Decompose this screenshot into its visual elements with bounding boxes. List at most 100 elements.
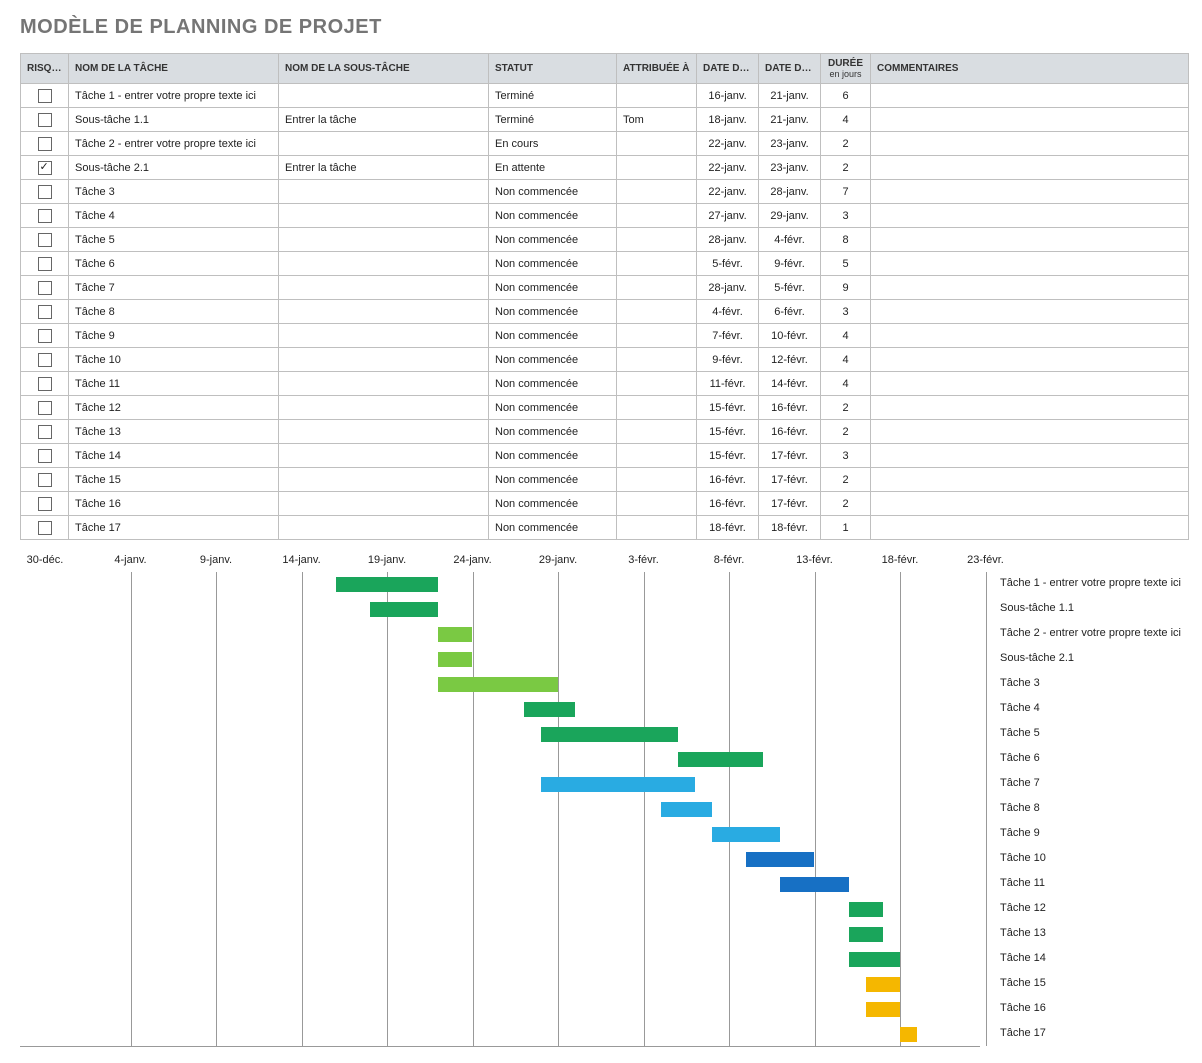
risk-cell[interactable] [21, 156, 69, 180]
status-cell[interactable]: Non commencée [489, 324, 617, 348]
duration-cell[interactable]: 5 [821, 252, 871, 276]
gantt-bar[interactable] [541, 777, 695, 792]
assigned-cell[interactable]: Tom [617, 108, 697, 132]
risk-checkbox[interactable] [38, 425, 52, 439]
risk-cell[interactable] [21, 468, 69, 492]
gantt-bar[interactable] [849, 902, 883, 917]
gantt-bar[interactable] [849, 952, 900, 967]
start-cell[interactable]: 22-janv. [697, 180, 759, 204]
task-cell[interactable]: Tâche 6 [69, 252, 279, 276]
status-cell[interactable]: Non commencée [489, 180, 617, 204]
end-cell[interactable]: 29-janv. [759, 204, 821, 228]
subtask-cell[interactable] [279, 84, 489, 108]
end-cell[interactable]: 16-févr. [759, 420, 821, 444]
comments-cell[interactable] [871, 132, 1189, 156]
subtask-cell[interactable] [279, 492, 489, 516]
gantt-bar[interactable] [780, 877, 848, 892]
subtask-cell[interactable] [279, 444, 489, 468]
task-cell[interactable]: Tâche 3 [69, 180, 279, 204]
comments-cell[interactable] [871, 276, 1189, 300]
status-cell[interactable]: Non commencée [489, 252, 617, 276]
comments-cell[interactable] [871, 180, 1189, 204]
task-cell[interactable]: Tâche 16 [69, 492, 279, 516]
duration-cell[interactable]: 3 [821, 300, 871, 324]
subtask-cell[interactable] [279, 396, 489, 420]
gantt-bar[interactable] [746, 852, 814, 867]
assigned-cell[interactable] [617, 468, 697, 492]
end-cell[interactable]: 10-févr. [759, 324, 821, 348]
gantt-bar[interactable] [712, 827, 780, 842]
assigned-cell[interactable] [617, 276, 697, 300]
gantt-bar[interactable] [866, 977, 900, 992]
risk-checkbox[interactable] [38, 377, 52, 391]
risk-checkbox[interactable] [38, 233, 52, 247]
status-cell[interactable]: Non commencée [489, 228, 617, 252]
task-cell[interactable]: Tâche 17 [69, 516, 279, 540]
subtask-cell[interactable] [279, 276, 489, 300]
task-cell[interactable]: Tâche 2 - entrer votre propre texte ici [69, 132, 279, 156]
start-cell[interactable]: 11-févr. [697, 372, 759, 396]
task-cell[interactable]: Tâche 5 [69, 228, 279, 252]
end-cell[interactable]: 21-janv. [759, 84, 821, 108]
status-cell[interactable]: Non commencée [489, 348, 617, 372]
start-cell[interactable]: 4-févr. [697, 300, 759, 324]
duration-cell[interactable]: 1 [821, 516, 871, 540]
task-cell[interactable]: Tâche 9 [69, 324, 279, 348]
comments-cell[interactable] [871, 108, 1189, 132]
gantt-bar[interactable] [678, 752, 764, 767]
gantt-bar[interactable] [438, 652, 472, 667]
end-cell[interactable]: 6-févr. [759, 300, 821, 324]
risk-checkbox[interactable] [38, 329, 52, 343]
duration-cell[interactable]: 3 [821, 204, 871, 228]
risk-cell[interactable] [21, 300, 69, 324]
comments-cell[interactable] [871, 324, 1189, 348]
end-cell[interactable]: 14-févr. [759, 372, 821, 396]
comments-cell[interactable] [871, 84, 1189, 108]
gantt-bar[interactable] [866, 1002, 900, 1017]
subtask-cell[interactable]: Entrer la tâche [279, 108, 489, 132]
risk-checkbox[interactable] [38, 521, 52, 535]
assigned-cell[interactable] [617, 204, 697, 228]
status-cell[interactable]: En attente [489, 156, 617, 180]
end-cell[interactable]: 18-févr. [759, 516, 821, 540]
status-cell[interactable]: Non commencée [489, 468, 617, 492]
end-cell[interactable]: 4-févr. [759, 228, 821, 252]
gantt-bar[interactable] [541, 727, 678, 742]
risk-cell[interactable] [21, 180, 69, 204]
start-cell[interactable]: 15-févr. [697, 420, 759, 444]
start-cell[interactable]: 9-févr. [697, 348, 759, 372]
status-cell[interactable]: Terminé [489, 84, 617, 108]
risk-cell[interactable] [21, 132, 69, 156]
gantt-bar[interactable] [900, 1027, 917, 1042]
comments-cell[interactable] [871, 468, 1189, 492]
end-cell[interactable]: 17-févr. [759, 468, 821, 492]
risk-checkbox[interactable] [38, 497, 52, 511]
duration-cell[interactable]: 2 [821, 492, 871, 516]
status-cell[interactable]: Non commencée [489, 396, 617, 420]
status-cell[interactable]: Non commencée [489, 372, 617, 396]
risk-cell[interactable] [21, 108, 69, 132]
comments-cell[interactable] [871, 492, 1189, 516]
risk-cell[interactable] [21, 396, 69, 420]
task-cell[interactable]: Tâche 15 [69, 468, 279, 492]
duration-cell[interactable]: 2 [821, 420, 871, 444]
start-cell[interactable]: 15-févr. [697, 396, 759, 420]
subtask-cell[interactable] [279, 300, 489, 324]
risk-checkbox[interactable] [38, 209, 52, 223]
duration-cell[interactable]: 2 [821, 132, 871, 156]
start-cell[interactable]: 22-janv. [697, 156, 759, 180]
task-cell[interactable]: Tâche 10 [69, 348, 279, 372]
gantt-bar[interactable] [438, 677, 558, 692]
end-cell[interactable]: 28-janv. [759, 180, 821, 204]
gantt-bar[interactable] [524, 702, 575, 717]
end-cell[interactable]: 17-févr. [759, 444, 821, 468]
risk-checkbox[interactable] [38, 137, 52, 151]
risk-checkbox[interactable] [38, 161, 52, 175]
duration-cell[interactable]: 6 [821, 84, 871, 108]
start-cell[interactable]: 16-févr. [697, 468, 759, 492]
gantt-bar[interactable] [370, 602, 438, 617]
status-cell[interactable]: Non commencée [489, 204, 617, 228]
risk-cell[interactable] [21, 84, 69, 108]
task-cell[interactable]: Tâche 7 [69, 276, 279, 300]
risk-cell[interactable] [21, 276, 69, 300]
